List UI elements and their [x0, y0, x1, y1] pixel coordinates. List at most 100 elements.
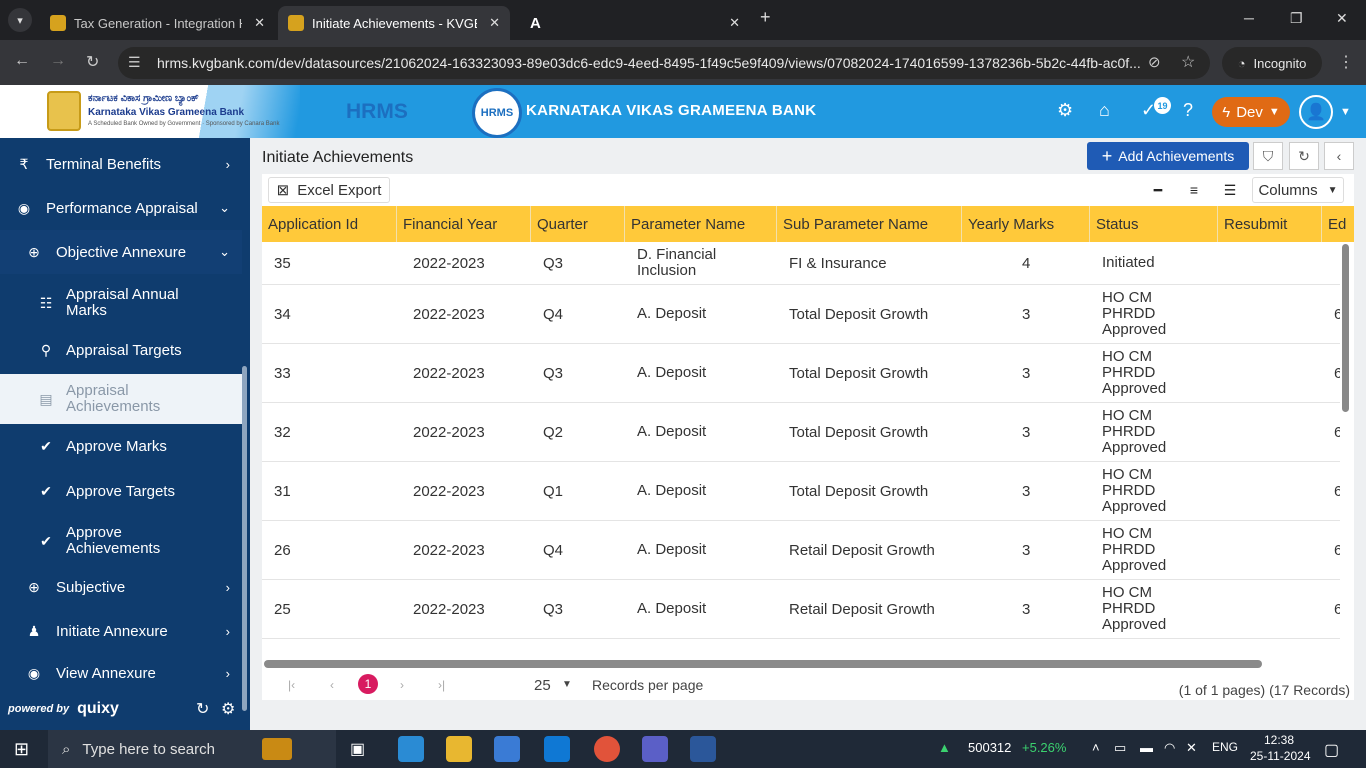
tab-search-button[interactable]: ▾ [8, 8, 32, 32]
table-row[interactable]: 33 2022-2023 Q3 A. Deposit Total Deposit Gro… [262, 344, 1340, 403]
table-row[interactable]: 35 2022-2023 Q3 D. Financial Inclusion FI & … [262, 242, 1340, 285]
caret-down-icon[interactable]: ▼ [562, 679, 572, 690]
table-row[interactable]: 31 2022-2023 Q1 A. Deposit Total Deposit Gro… [262, 462, 1340, 521]
settings-gear-icon[interactable]: ⚙ [1057, 100, 1073, 121]
network-icon[interactable]: ▭ [1114, 740, 1126, 756]
menu-toggle-icon[interactable]: ☰ [14, 102, 30, 123]
sidebar-item-approve-achievements[interactable]: ✔ Approve Achievements [0, 516, 242, 566]
refresh-icon[interactable]: ↻ [1289, 142, 1319, 170]
store-icon[interactable]: ⌂ [1099, 100, 1110, 121]
sidebar-item-view-annexure[interactable]: ◉ View Annexure › [0, 653, 242, 693]
new-tab-icon[interactable]: + [760, 7, 771, 28]
settings-gear-icon[interactable]: ⚙ [221, 699, 235, 719]
eye-off-icon[interactable]: ⊘ [1148, 53, 1161, 71]
prev-page-icon[interactable]: ‹ [330, 678, 334, 692]
site-info-icon[interactable]: ☰ [128, 54, 141, 71]
help-icon[interactable]: ? [1183, 100, 1193, 121]
last-page-icon[interactable]: ›| [438, 678, 445, 692]
close-window-icon[interactable]: ✕ [1336, 10, 1348, 27]
next-page-icon[interactable]: › [400, 678, 404, 692]
sidebar-item-appraisal-achievements[interactable]: ▤ Appraisal Achievements [0, 374, 242, 424]
bookmark-star-icon[interactable]: ☆ [1181, 52, 1195, 72]
density-standard-icon[interactable]: ≡ [1180, 180, 1208, 200]
browser-tab-1[interactable]: Tax Generation - Integration Hu ✕ [40, 6, 275, 40]
minimize-icon[interactable]: ─ [1244, 10, 1254, 26]
notification-center-icon[interactable]: ▢ [1324, 740, 1339, 760]
close-tab-icon[interactable]: ✕ [489, 15, 500, 31]
add-achievements-button[interactable]: + Add Achievements [1087, 142, 1249, 170]
windows-start-icon[interactable]: ⊞ [14, 739, 29, 760]
battery-icon[interactable]: ▬ [1140, 740, 1153, 755]
column-header[interactable]: Yearly Marks [962, 206, 1090, 242]
page-size-select[interactable]: 25 [534, 677, 551, 694]
user-menu-caret-icon[interactable]: ▼ [1340, 106, 1351, 118]
sidebar-item-appraisal-targets[interactable]: ⚲ Appraisal Targets [0, 328, 242, 372]
filter-icon[interactable]: ⛉ [1253, 142, 1283, 170]
sidebar-item-terminal-benefits[interactable]: ₹ Terminal Benefits › [0, 142, 242, 186]
teams-icon[interactable] [642, 736, 668, 762]
file-explorer-icon[interactable] [446, 736, 472, 762]
column-header[interactable]: Status [1090, 206, 1218, 242]
table-row[interactable]: 34 2022-2023 Q4 A. Deposit Total Deposit Gro… [262, 285, 1340, 344]
chrome-icon[interactable] [594, 736, 620, 762]
sidebar-item-subjective[interactable]: ⊕ Subjective › [0, 565, 242, 609]
table-row[interactable]: 32 2022-2023 Q2 A. Deposit Total Deposit Gro… [262, 403, 1340, 462]
back-icon[interactable]: ← [14, 52, 30, 70]
close-tab-icon[interactable]: ✕ [729, 15, 740, 31]
excel-export-button[interactable]: ⊠ Excel Export [268, 177, 390, 203]
column-header[interactable]: Application Id [262, 206, 397, 242]
refresh-icon[interactable]: ↻ [196, 699, 209, 719]
columns-button[interactable]: Columns ▼ [1252, 177, 1344, 203]
vertical-scrollbar[interactable] [1342, 244, 1349, 412]
column-header[interactable]: Quarter [531, 206, 625, 242]
first-page-icon[interactable]: |‹ [288, 678, 295, 692]
outlook-icon[interactable] [544, 736, 570, 762]
clock-date[interactable]: 25-11-2024 [1250, 749, 1311, 763]
column-header[interactable]: Ed [1322, 206, 1354, 242]
horizontal-scrollbar[interactable] [264, 660, 1262, 668]
volume-mute-icon[interactable]: ✕ [1186, 740, 1197, 756]
sidebar-scrollbar[interactable] [242, 366, 247, 711]
task-view-icon[interactable]: ▣ [350, 739, 365, 759]
forward-icon[interactable]: → [50, 52, 66, 70]
table-cell-marks: 3 [1022, 423, 1031, 441]
density-compact-icon[interactable]: ━ [1144, 180, 1172, 200]
restore-icon[interactable]: ❐ [1290, 10, 1303, 27]
sidebar-item-initiate-annexure[interactable]: ♟ Initiate Annexure › [0, 609, 242, 653]
tray-chevron-up-icon[interactable]: ˄ [1092, 740, 1100, 755]
taskbar-search-field[interactable]: ⌕ Type here to search [48, 730, 336, 768]
edge-icon[interactable] [398, 736, 424, 762]
stock-change[interactable]: +5.26% [1022, 740, 1066, 755]
sidebar-item-appraisal-annual-marks[interactable]: ☷ Appraisal Annual Marks [0, 278, 242, 328]
page-number-current[interactable]: 1 [358, 674, 378, 694]
density-comfortable-icon[interactable]: ☰ [1216, 180, 1244, 200]
environment-selector[interactable]: ϟ Dev ▼ [1212, 97, 1290, 127]
url-text[interactable]: hrms.kvgbank.com/dev/datasources/2106202… [157, 55, 1141, 71]
language-indicator[interactable]: ENG [1212, 740, 1238, 754]
user-avatar[interactable]: 👤 [1299, 95, 1333, 129]
browser-tab-3[interactable]: A ✕ [520, 6, 750, 40]
browser-tab-2[interactable]: Initiate Achievements - KVGB Hu ✕ [278, 6, 510, 40]
table-cell-fy: 2022-2023 [413, 482, 485, 500]
column-header[interactable]: Resubmit [1218, 206, 1322, 242]
column-header[interactable]: Parameter Name [625, 206, 777, 242]
collapse-panel-icon[interactable]: ‹ [1324, 142, 1354, 170]
browser-menu-icon[interactable]: ⋮ [1338, 52, 1354, 72]
reload-icon[interactable]: ↻ [86, 52, 99, 72]
wifi-icon[interactable]: ◠ [1164, 740, 1175, 756]
column-header[interactable]: Sub Parameter Name [777, 206, 962, 242]
sidebar-item-objective-annexure[interactable]: ⊕ Objective Annexure ⌄ [0, 230, 242, 274]
column-header[interactable]: Financial Year [397, 206, 531, 242]
table-row[interactable]: HO CM [262, 639, 1340, 662]
sidebar-item-approve-marks[interactable]: ✔ Approve Marks [0, 424, 242, 468]
table-row[interactable]: 26 2022-2023 Q4 A. Deposit Retail Deposit Gr… [262, 521, 1340, 580]
clock-time[interactable]: 12:38 [1264, 733, 1294, 747]
incognito-indicator[interactable]: ◔ Incognito [1222, 47, 1322, 79]
sidebar-item-performance-appraisal[interactable]: ◉ Performance Appraisal ⌄ [0, 186, 242, 230]
sidebar-item-approve-targets[interactable]: ✔ Approve Targets [0, 469, 242, 513]
table-row[interactable]: 25 2022-2023 Q3 A. Deposit Retail Deposit Gr… [262, 580, 1340, 639]
store-icon[interactable] [494, 736, 520, 762]
word-icon[interactable] [690, 736, 716, 762]
stock-value[interactable]: 500312 [968, 740, 1011, 755]
close-tab-icon[interactable]: ✕ [254, 15, 265, 31]
